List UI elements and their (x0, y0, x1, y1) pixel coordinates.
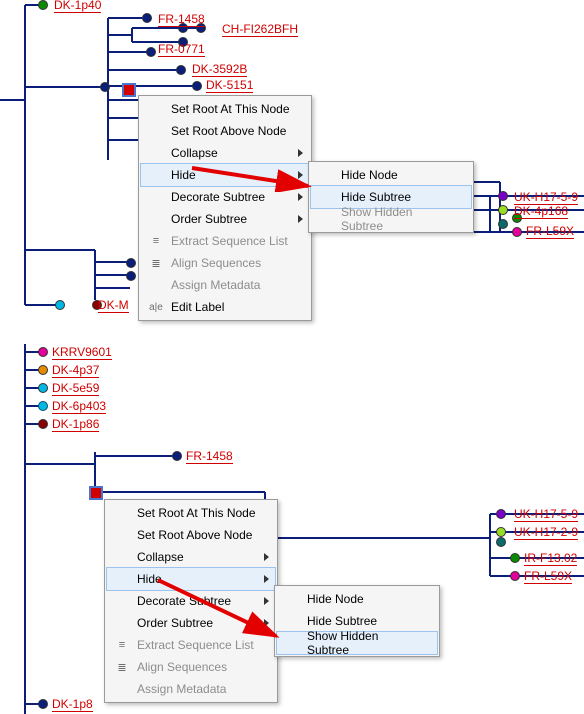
tip-dot (510, 571, 520, 581)
menu-decorate-subtree[interactable]: Decorate Subtree (107, 590, 275, 612)
tip-dot (176, 65, 186, 75)
submenu-show-hidden-subtree[interactable]: Show Hidden Subtree (276, 631, 438, 655)
menu-assign-metadata: Assign Metadata (141, 274, 309, 296)
menu-order-subtree[interactable]: Order Subtree (107, 612, 275, 634)
submenu-hide-node[interactable]: Hide Node (311, 164, 471, 186)
tip-dot (38, 347, 48, 357)
menu-collapse[interactable]: Collapse (107, 546, 275, 568)
tip-label: DK-4p37 (52, 363, 99, 378)
tip-dot (38, 383, 48, 393)
tip-label: IR-F13.02 (524, 551, 577, 566)
tip-dot (55, 300, 65, 310)
menu-edit-label[interactable]: a|eEdit Label (141, 296, 309, 318)
tip-dot (496, 527, 506, 537)
tip-label: DK-1p86 (52, 417, 99, 432)
menu-decorate-subtree[interactable]: Decorate Subtree (141, 186, 309, 208)
selected-node-marker[interactable] (89, 486, 103, 500)
menu-align-sequences: ≣Align Sequences (141, 252, 309, 274)
menu-hide[interactable]: Hide (140, 163, 310, 187)
tip-dot (498, 219, 508, 229)
submenu-show-hidden-subtree: Show Hidden Subtree (311, 208, 471, 230)
menu-set-root-above[interactable]: Set Root Above Node (107, 524, 275, 546)
tip-dot (126, 258, 136, 268)
align-icon: ≣ (111, 656, 133, 678)
tip-label: FR-L59X (526, 224, 574, 239)
tip-label: DK-5e59 (52, 381, 99, 396)
menu-order-subtree[interactable]: Order Subtree (141, 208, 309, 230)
tip-label: DK-M (98, 298, 129, 313)
tip-label: FR-1458 (158, 12, 205, 27)
tip-label: UK-H17-2-9 (514, 525, 578, 540)
context-menu-bottom: Set Root At This Node Set Root Above Nod… (104, 499, 278, 703)
tip-dot (38, 365, 48, 375)
tip-dot (192, 81, 202, 91)
tip-label: DK-4p168 (514, 204, 568, 219)
tip-dot (100, 82, 110, 92)
menu-hide[interactable]: Hide (106, 567, 276, 591)
tip-dot (510, 553, 520, 563)
tip-dot (172, 451, 182, 461)
tip-dot (38, 419, 48, 429)
tip-label: CH-FI262BFH (222, 22, 298, 37)
tip-dot (126, 271, 136, 281)
menu-align-sequences: ≣Align Sequences (107, 656, 275, 678)
tip-label: DK-1p8 (52, 697, 93, 712)
submenu-hide-node[interactable]: Hide Node (277, 588, 437, 610)
menu-set-root-at[interactable]: Set Root At This Node (107, 502, 275, 524)
tip-dot (498, 205, 508, 215)
tip-dot (496, 509, 506, 519)
tip-dot (38, 699, 48, 709)
list-icon: ≡ (111, 634, 133, 656)
context-menu-top: Set Root At This Node Set Root Above Nod… (138, 95, 312, 321)
submenu-hide-top: Hide Node Hide Subtree Show Hidden Subtr… (308, 161, 474, 233)
tip-dot (512, 227, 522, 237)
menu-set-root-above[interactable]: Set Root Above Node (141, 120, 309, 142)
tip-label: FR-1458 (186, 449, 233, 464)
menu-assign-metadata: Assign Metadata (107, 678, 275, 700)
tip-label: KRRV9601 (52, 345, 112, 360)
tip-label: DK-3592B (192, 62, 247, 77)
align-icon: ≣ (145, 252, 167, 274)
tip-label: DK-1p40 (54, 0, 101, 13)
tip-dot (496, 537, 506, 547)
tip-dot (498, 191, 508, 201)
tip-label: FR-L59X (524, 569, 572, 584)
tip-dot (142, 13, 152, 23)
submenu-hide-bottom: Hide Node Hide Subtree Show Hidden Subtr… (274, 585, 440, 657)
tip-label: FR-0771 (158, 42, 205, 57)
menu-set-root-at[interactable]: Set Root At This Node (141, 98, 309, 120)
list-icon: ≡ (145, 230, 167, 252)
tip-label: UK-H17-5-9 (514, 190, 578, 205)
selected-node-marker[interactable] (122, 83, 136, 97)
menu-extract-sequence-list: ≡Extract Sequence List (107, 634, 275, 656)
tip-label: DK-5151 (206, 78, 253, 93)
tip-label: DK-6p403 (52, 399, 106, 414)
tip-dot (38, 0, 48, 10)
menu-collapse[interactable]: Collapse (141, 142, 309, 164)
tip-dot (38, 401, 48, 411)
edit-label-icon: a|e (145, 296, 167, 318)
tip-dot (146, 47, 156, 57)
menu-extract-sequence-list: ≡Extract Sequence List (141, 230, 309, 252)
tip-label: UK-H17-5-9 (514, 507, 578, 522)
